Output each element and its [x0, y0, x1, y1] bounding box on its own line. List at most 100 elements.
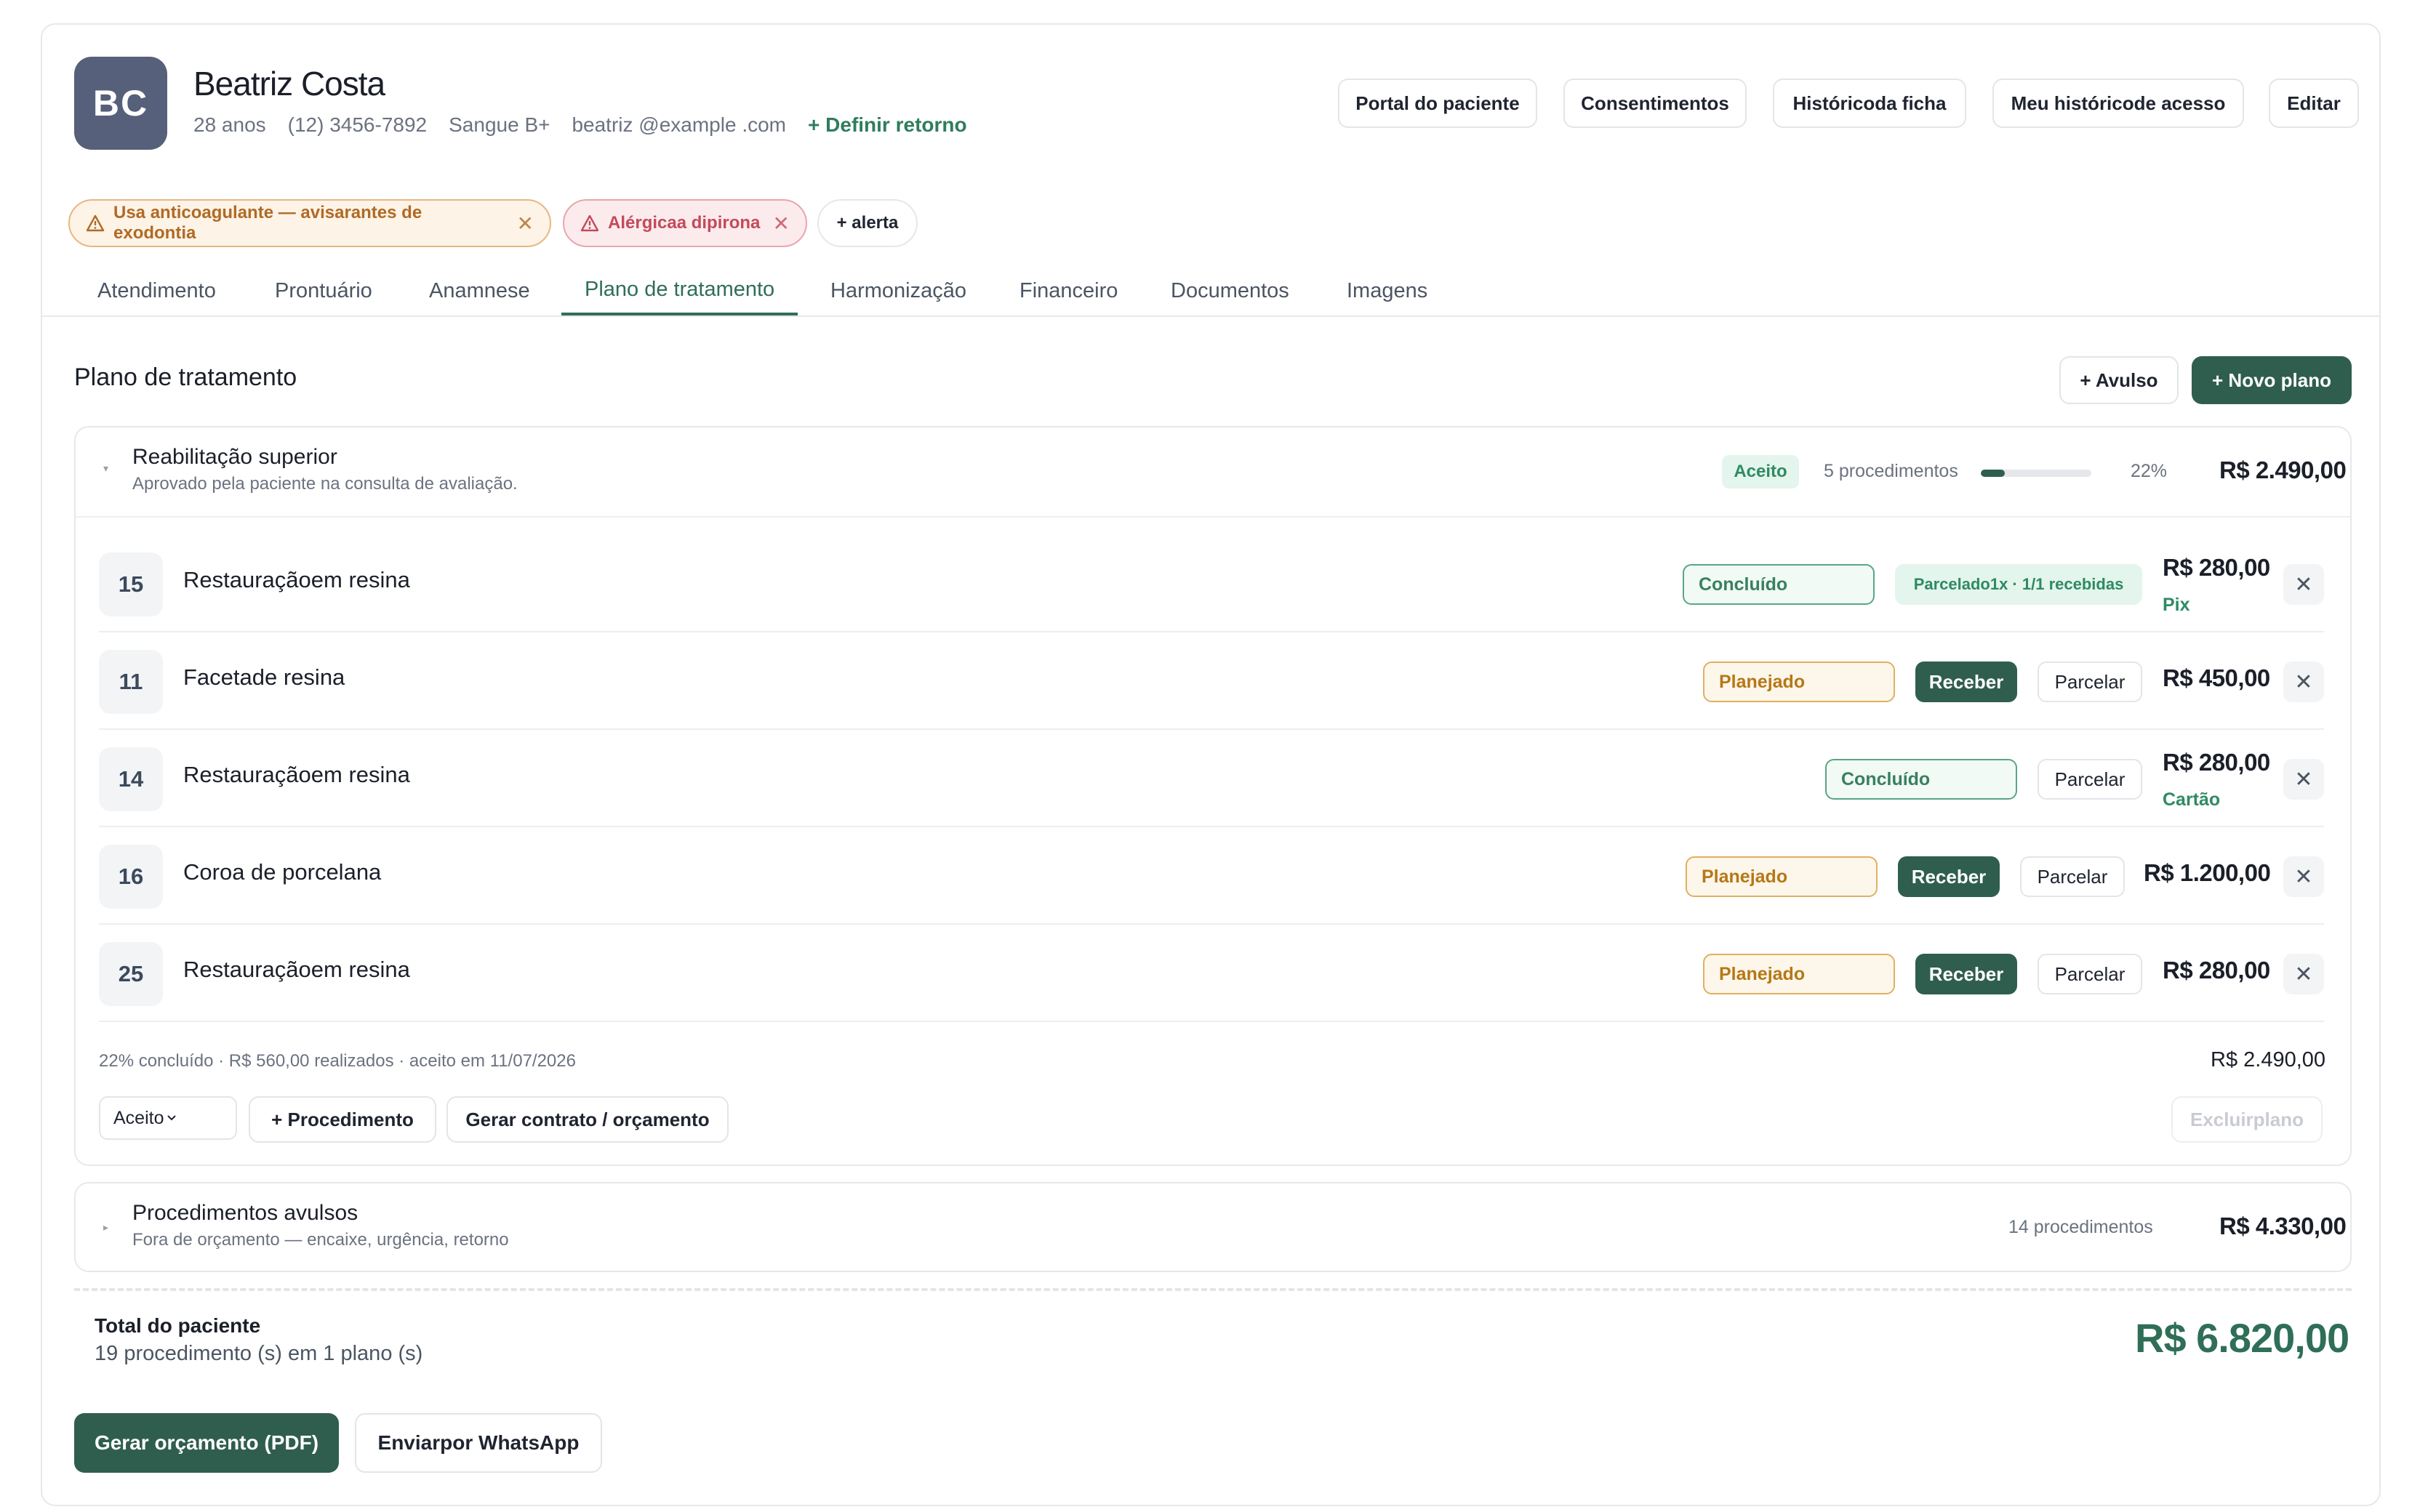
status-select[interactable]: Concluído [1825, 759, 2017, 800]
plan-procedure-count: 5 procedimentos [1824, 461, 1958, 481]
procedure-name: Restauraçãoem resina [183, 567, 410, 592]
avulsos-description: Fora de orçamento — encaixe, urgência, r… [132, 1230, 509, 1250]
add-avulso-button[interactable]: + Avulso [2059, 356, 2179, 404]
procedure-price: R$ 280,00 [2163, 749, 2270, 776]
patient-total-label: Total do paciente [95, 1314, 261, 1337]
procedure-price: R$ 280,00 [2163, 554, 2270, 581]
plan-total: R$ 2.490,00 [2219, 457, 2347, 483]
tooth-number: 11 [99, 650, 163, 714]
patient-blood: Sangue B+ [449, 113, 550, 136]
split-payment-button[interactable]: Parcelar [2020, 856, 2125, 897]
tab-imagens[interactable]: Imagens [1347, 266, 1427, 315]
status-select[interactable]: Planejado [1703, 954, 1895, 994]
procedure-row: 25 Restauraçãoem resina Planejado Recebe… [99, 925, 2324, 1022]
tab-financeiro[interactable]: Financeiro [1019, 266, 1118, 315]
plan-summary: 22% concluído · R$ 560,00 realizados · a… [99, 1051, 576, 1071]
remove-procedure-button[interactable]: ✕ [2283, 564, 2324, 605]
warning-triangle-icon [86, 214, 105, 232]
procedure-row: 15 Restauraçãoem resina Concluído Parcel… [99, 535, 2324, 632]
split-payment-button[interactable]: Parcelar [2038, 759, 2142, 800]
alert-anticoagulant-label: Usa anticoagulante — avisarantes de exod… [113, 203, 422, 243]
status-select[interactable]: Concluído [1683, 564, 1875, 605]
avulsos-total: R$ 4.330,00 [2219, 1213, 2347, 1239]
access-history-button[interactable]: Meu históricode acesso [1992, 79, 2244, 128]
patient-age: 28 anos [193, 113, 266, 136]
avulsos-count: 14 procedimentos [2008, 1217, 2153, 1237]
payment-method: Pix [2163, 595, 2190, 615]
plan-status-badge: Aceito [1722, 455, 1799, 488]
receive-button[interactable]: Receber [1898, 856, 2000, 897]
close-icon[interactable]: ✕ [517, 212, 534, 236]
edit-button[interactable]: Editar [2269, 79, 2359, 128]
procedure-price: R$ 450,00 [2163, 664, 2270, 691]
procedure-name: Restauraçãoem resina [183, 762, 410, 787]
close-icon[interactable]: ✕ [773, 212, 790, 236]
new-plan-button[interactable]: + Novo plano [2192, 356, 2352, 404]
status-select[interactable]: Planejado [1686, 856, 1878, 897]
procedure-row: 11 Facetade resina Planejado Receber Par… [99, 632, 2324, 730]
remove-procedure-button[interactable]: ✕ [2283, 759, 2324, 800]
tooth-number: 25 [99, 942, 163, 1006]
procedure-price: R$ 280,00 [2163, 957, 2270, 984]
patient-phone: (12) 3456-7892 [287, 113, 428, 136]
plan-progress-fill [1981, 470, 2006, 477]
split-payment-button[interactable]: Parcelar [2038, 954, 2142, 994]
caret-down-icon[interactable]: ▾ [103, 462, 108, 475]
receive-button[interactable]: Receber [1915, 662, 2017, 702]
status-select[interactable]: Planejado [1703, 662, 1895, 702]
remove-procedure-button[interactable]: ✕ [2283, 662, 2324, 702]
divider [74, 1288, 2352, 1291]
send-whatsapp-button[interactable]: Enviarpor WhatsApp [355, 1413, 602, 1473]
delete-plan-button[interactable]: Excluirplano [2171, 1096, 2323, 1143]
warning-triangle-icon [580, 214, 599, 232]
patient-name: Beatriz Costa [193, 65, 385, 102]
patient-email: beatriz @example .com [572, 113, 787, 136]
section-title: Plano de tratamento [74, 363, 297, 391]
alert-allergy: Alérgicaa dipirona ✕ [563, 199, 807, 247]
plan-progress-label: 22% [2131, 461, 2168, 481]
installments-badge: Parcelado1x · 1/1 recebidas [1895, 564, 2142, 605]
tooth-number: 15 [99, 552, 163, 616]
plan-status-select-value: Aceito [113, 1107, 164, 1128]
generate-pdf-button[interactable]: Gerar orçamento (PDF) [74, 1413, 339, 1473]
patient-meta: 28 anos (12) 3456-7892 Sangue B+ beatriz… [193, 113, 967, 137]
procedure-row: 14 Restauraçãoem resina Concluído Parcel… [99, 730, 2324, 827]
plan-title: Reabilitação superior [132, 445, 337, 469]
tab-harmonizacao[interactable]: Harmonização [830, 266, 966, 315]
patient-total-sub: 19 procedimento (s) em 1 plano (s) [95, 1342, 423, 1365]
patient-portal-button[interactable]: Portal do paciente [1338, 79, 1537, 128]
receive-button[interactable]: Receber [1915, 954, 2017, 994]
add-procedure-button[interactable]: + Procedimento [249, 1096, 436, 1143]
alert-allergy-label: Alérgicaa dipirona [608, 213, 761, 233]
caret-right-icon[interactable]: ▸ [103, 1221, 108, 1234]
generate-contract-button[interactable]: Gerar contrato / orçamento [446, 1096, 729, 1143]
patient-total-value: R$ 6.820,00 [2135, 1315, 2349, 1361]
plan-status-select[interactable]: Aceito [99, 1096, 237, 1140]
set-return-link[interactable]: + Definir retorno [808, 113, 967, 137]
remove-procedure-button[interactable]: ✕ [2283, 856, 2324, 897]
consents-button[interactable]: Consentimentos [1563, 79, 1747, 128]
tab-atendimento[interactable]: Atendimento [97, 266, 216, 315]
record-history-button[interactable]: Históricoda ficha [1773, 79, 1966, 128]
add-alert-button[interactable]: + alerta [817, 199, 918, 247]
payment-method: Cartão [2163, 789, 2221, 810]
tooth-number: 16 [99, 845, 163, 909]
remove-procedure-button[interactable]: ✕ [2283, 954, 2324, 994]
procedure-name: Coroa de porcelana [183, 859, 382, 885]
tab-prontuario[interactable]: Prontuário [275, 266, 372, 315]
plan-progress-bar [1981, 470, 2091, 477]
procedure-name: Facetade resina [183, 664, 345, 690]
avatar: BC [74, 57, 167, 150]
tab-documentos[interactable]: Documentos [1171, 266, 1289, 315]
tooth-number: 14 [99, 747, 163, 811]
tab-bar: Atendimento Prontuário Anamnese Plano de… [41, 263, 2381, 317]
procedure-name: Restauraçãoem resina [183, 957, 410, 982]
tab-anamnese[interactable]: Anamnese [429, 266, 530, 315]
plan-description: Aprovado pela paciente na consulta de av… [132, 474, 518, 494]
tab-plano-de-tratamento[interactable]: Plano de tratamento [561, 266, 798, 315]
procedure-price: R$ 1.200,00 [2144, 859, 2271, 886]
split-payment-button[interactable]: Parcelar [2038, 662, 2142, 702]
chevron-down-icon [167, 1114, 177, 1122]
procedure-row: 16 Coroa de porcelana Planejado Receber … [99, 827, 2324, 925]
avulsos-title: Procedimentos avulsos [132, 1201, 358, 1225]
